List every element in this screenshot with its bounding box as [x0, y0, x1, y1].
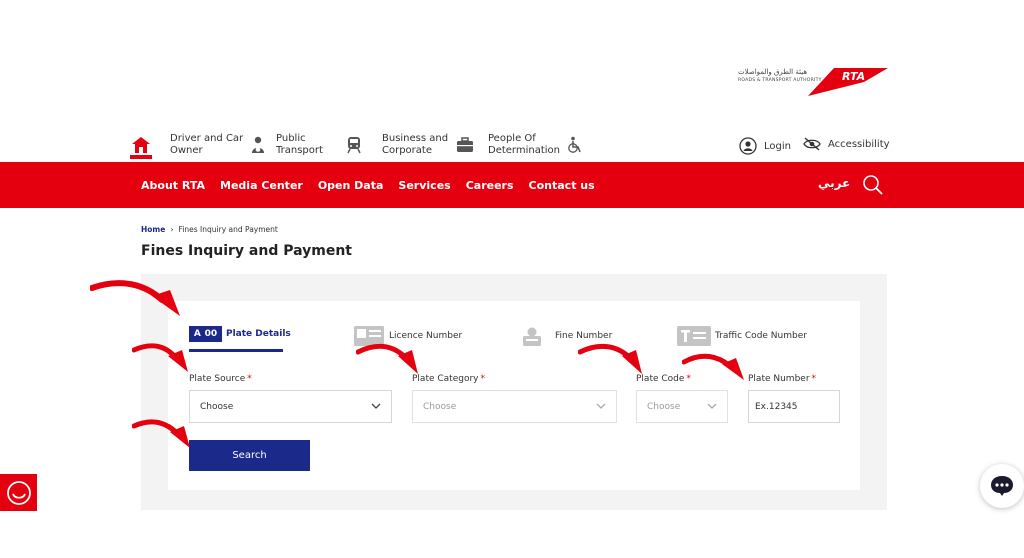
nav-public-transport[interactable]: Public Transport	[276, 133, 363, 157]
accessibility-link[interactable]: Accessibility	[803, 137, 890, 151]
nav-people-of-determination[interactable]: People Of Determination	[488, 133, 584, 157]
tab-label: Traffic Code Number	[715, 331, 807, 341]
nav-business-and-corporate[interactable]: Business and Corporate	[382, 133, 474, 157]
tab-plate-details[interactable]: A 00 Plate Details	[189, 326, 291, 342]
plate-category-select[interactable]: Choose	[412, 390, 617, 423]
active-tab-indicator	[189, 349, 283, 352]
train-icon	[347, 137, 361, 154]
search-icon[interactable]	[862, 174, 884, 196]
home-active-indicator	[130, 155, 152, 159]
menu-about-rta[interactable]: About RTA	[141, 179, 205, 192]
chevron-down-icon	[707, 403, 717, 409]
plate-source-label: Plate Source *	[189, 374, 252, 384]
briefcase-icon	[457, 137, 474, 152]
chat-button[interactable]	[980, 464, 1024, 508]
chevron-right-icon: ›	[170, 225, 174, 234]
nav-label: Business and Corporate	[382, 133, 449, 156]
red-arrow-icon	[356, 343, 418, 374]
red-arrow-icon	[578, 343, 642, 374]
logo-rta-text: RTA	[842, 70, 866, 83]
breadcrumb-current: Fines Inquiry and Payment	[178, 225, 278, 234]
plate-number-input[interactable]: Ex.12345	[748, 390, 840, 423]
nav-label: People Of Determination	[488, 133, 561, 156]
login-link[interactable]: Login	[739, 137, 791, 155]
page-title: Fines Inquiry and Payment	[141, 243, 352, 259]
feedback-widget[interactable]	[0, 474, 37, 511]
chevron-down-icon	[371, 403, 381, 409]
chevron-down-icon	[596, 403, 606, 409]
logo-arabic-text: هيئة الطرق والمواصلات	[738, 68, 808, 76]
language-toggle[interactable]: عربي	[818, 176, 850, 190]
fine-icon	[523, 327, 541, 346]
nav-label: Driver and Car Owner	[170, 133, 244, 156]
traffic-code-icon	[677, 326, 711, 346]
plate-icon: A 00	[189, 326, 222, 342]
red-arrow-icon	[682, 353, 744, 380]
driver-icon	[252, 136, 265, 153]
nav-driver-and-car-owner[interactable]: Driver and Car Owner	[170, 133, 267, 157]
rta-logo[interactable]: هيئة الطرق والمواصلات ROADS & TRANSPORT …	[738, 66, 888, 96]
login-label: Login	[764, 140, 791, 152]
main-menu: About RTA Media Center Open Data Service…	[141, 162, 610, 208]
menu-contact-us[interactable]: Contact us	[529, 179, 595, 192]
wheelchair-icon	[568, 136, 581, 153]
home-icon[interactable]	[132, 137, 150, 153]
chat-icon	[991, 476, 1013, 496]
plate-category-label: Plate Category *	[412, 374, 485, 384]
search-button[interactable]: Search	[189, 440, 310, 471]
menu-careers[interactable]: Careers	[466, 179, 514, 192]
red-arrow-icon	[132, 343, 188, 372]
plate-code-select[interactable]: Choose	[636, 390, 728, 423]
smiley-icon	[6, 480, 31, 505]
breadcrumb: Home › Fines Inquiry and Payment	[141, 225, 278, 234]
tab-label: Plate Details	[226, 329, 291, 339]
menu-services[interactable]: Services	[398, 179, 450, 192]
plate-source-select[interactable]: Choose	[189, 390, 392, 423]
eye-slash-icon	[803, 137, 821, 151]
menu-open-data[interactable]: Open Data	[318, 179, 384, 192]
menu-media-center[interactable]: Media Center	[220, 179, 303, 192]
user-icon	[739, 137, 757, 155]
top-navigation: Driver and Car Owner Public Transport Bu…	[130, 131, 892, 163]
red-arrow-icon	[90, 280, 180, 316]
plate-number-label: Plate Number *	[748, 374, 817, 384]
tab-traffic-code-number[interactable]: Traffic Code Number	[677, 326, 807, 346]
nav-label: Public Transport	[276, 133, 323, 156]
accessibility-label: Accessibility	[828, 138, 890, 150]
red-arrow-icon	[132, 419, 190, 448]
breadcrumb-home[interactable]: Home	[141, 225, 165, 234]
